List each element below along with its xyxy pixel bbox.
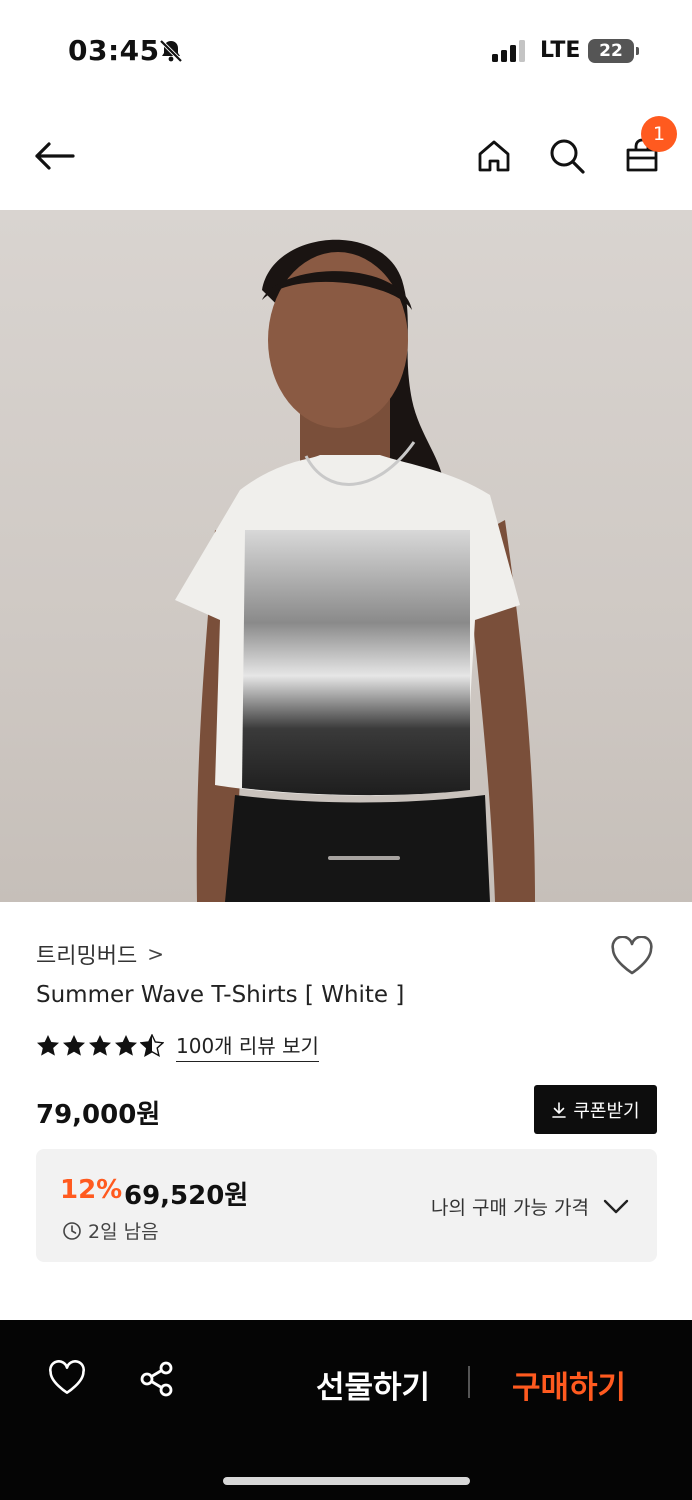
original-price: 79,000원 xyxy=(36,1100,161,1130)
half-star-icon xyxy=(140,1034,164,1057)
download-icon xyxy=(552,1101,567,1118)
home-icon[interactable] xyxy=(472,134,516,178)
bell-slash-icon xyxy=(158,38,184,68)
search-icon[interactable] xyxy=(545,134,589,178)
brand-name: 트리밍버드 xyxy=(36,944,138,969)
remaining-text: 2일 남음 xyxy=(88,1221,159,1243)
heart-icon[interactable] xyxy=(610,935,654,980)
home-indicator[interactable] xyxy=(223,1477,470,1485)
product-title: Summer Wave T-Shirts [ White ] xyxy=(36,982,405,1008)
top-nav xyxy=(0,100,692,210)
gift-button[interactable]: 선물하기 xyxy=(316,1362,430,1407)
clock-icon xyxy=(63,1221,81,1240)
cart-count-badge: 1 xyxy=(641,116,677,152)
discount-panel: 12% 69,520원 2일 남음 나의 구매 가능 가격 xyxy=(36,1149,657,1262)
star-icon xyxy=(89,1035,111,1056)
status-bar: 03:45 LTE 22 xyxy=(0,0,692,100)
my-price-label: 나의 구매 가능 가격 xyxy=(431,1197,589,1219)
coupon-button-label: 쿠폰받기 xyxy=(573,1100,640,1122)
coupon-button[interactable]: 쿠폰받기 xyxy=(534,1085,657,1134)
discount-percent: 12% xyxy=(60,1175,123,1205)
discount-price: 69,520원 xyxy=(124,1181,249,1211)
discount-time-remaining: 2일 남음 xyxy=(62,1217,159,1244)
heart-icon[interactable] xyxy=(48,1360,86,1400)
chevron-right-icon: > xyxy=(147,942,164,966)
network-type: LTE xyxy=(540,38,581,63)
star-icon xyxy=(115,1035,137,1056)
rating-stars xyxy=(36,1034,164,1058)
my-price-toggle[interactable]: 나의 구매 가능 가격 xyxy=(431,1193,629,1220)
action-divider xyxy=(468,1366,470,1398)
share-icon[interactable] xyxy=(138,1360,176,1402)
image-pager-indicator xyxy=(328,856,400,860)
brand-link[interactable]: 트리밍버드 > xyxy=(36,938,164,970)
product-image[interactable] xyxy=(0,210,692,902)
battery-tip xyxy=(636,47,639,55)
star-icon xyxy=(37,1035,59,1056)
back-arrow-icon[interactable] xyxy=(32,134,76,178)
review-link[interactable]: 100개 리뷰 보기 xyxy=(176,1030,319,1062)
chevron-down-icon xyxy=(603,1199,629,1213)
star-icon xyxy=(63,1035,85,1056)
bottom-action-bar: 선물하기 구매하기 xyxy=(0,1320,692,1500)
rating-row: 100개 리뷰 보기 xyxy=(36,1030,319,1062)
status-time: 03:45 xyxy=(68,34,160,67)
signal-icon xyxy=(492,40,528,66)
buy-button[interactable]: 구매하기 xyxy=(512,1362,626,1407)
battery-indicator: 22 xyxy=(588,39,634,63)
